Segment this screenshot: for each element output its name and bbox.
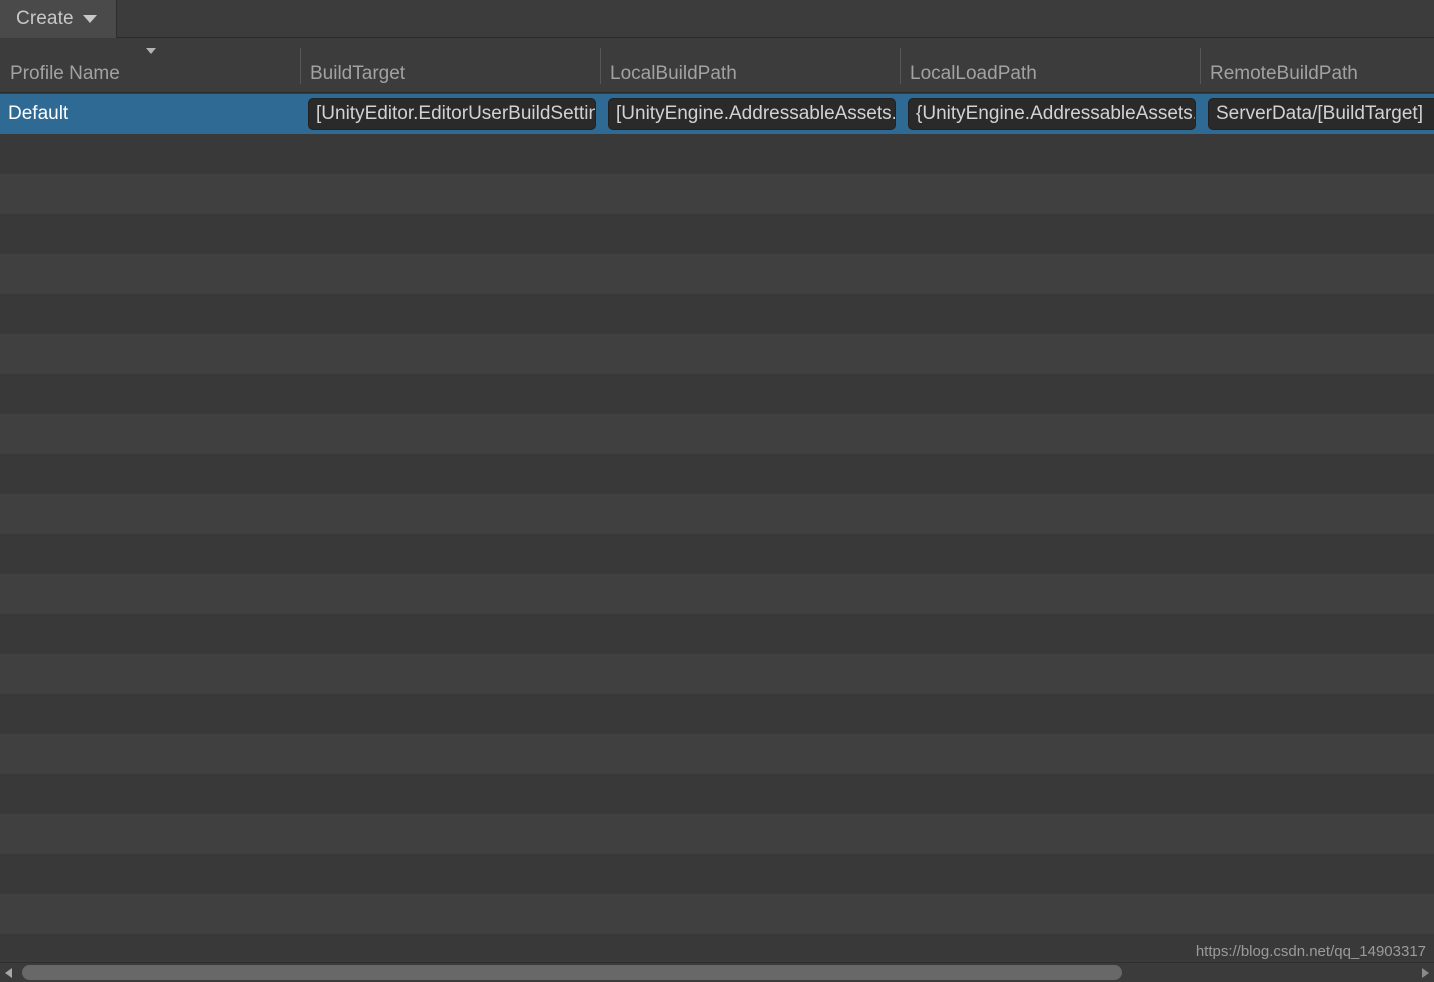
table-row[interactable]: Default [UnityEditor.EditorUserBuildSett… [0,94,1434,134]
table-row-empty[interactable] [0,174,1434,214]
table-row-empty[interactable] [0,854,1434,894]
profiles-panel: Create Profile Name BuildTarget LocalBui… [0,0,1434,982]
table-row-empty[interactable] [0,614,1434,654]
cell-remotebuildpath-value: ServerData/[BuildTarget] [1216,103,1423,125]
cell-localloadpath-value: {UnityEngine.AddressableAssets.Addressab… [916,103,1196,125]
table-row-empty[interactable] [0,214,1434,254]
column-header-label: BuildTarget [310,63,405,85]
chevron-down-icon [83,15,97,23]
cell-localbuildpath-value: [UnityEngine.AddressableAssets.Addressab… [616,103,896,125]
table-row-empty[interactable] [0,334,1434,374]
column-divider[interactable] [600,48,601,84]
column-header-remotebuildpath[interactable]: RemoteBuildPath [1200,39,1434,93]
column-header-localloadpath[interactable]: LocalLoadPath [900,39,1200,93]
column-header-label: Profile Name [10,63,120,85]
empty-rows-container [0,134,1434,960]
column-divider[interactable] [900,48,901,84]
column-header-buildtarget[interactable]: BuildTarget [300,39,600,93]
create-button-label: Create [16,8,74,30]
column-header-profile-name[interactable]: Profile Name [0,39,300,93]
create-button[interactable]: Create [0,0,117,38]
table-row-empty[interactable] [0,934,1434,960]
table-row-empty[interactable] [0,654,1434,694]
horizontal-scrollbar[interactable] [0,962,1434,982]
toolbar: Create [0,0,1434,38]
column-header-localbuildpath[interactable]: LocalBuildPath [600,39,900,93]
arrow-left-icon[interactable] [5,968,12,978]
table-row-empty[interactable] [0,694,1434,734]
column-divider[interactable] [300,48,301,84]
cell-buildtarget-field[interactable]: [UnityEditor.EditorUserBuildSettings.act… [308,98,596,130]
table-row-empty[interactable] [0,574,1434,614]
table-row-empty[interactable] [0,134,1434,174]
column-header-label: RemoteBuildPath [1210,63,1358,85]
table-row-empty[interactable] [0,814,1434,854]
column-divider[interactable] [1200,48,1201,84]
table-row-empty[interactable] [0,254,1434,294]
table-row-empty[interactable] [0,454,1434,494]
column-header-label: LocalLoadPath [910,63,1037,85]
horizontal-scrollbar-thumb[interactable] [22,965,1122,980]
cell-remotebuildpath-field[interactable]: ServerData/[BuildTarget] [1208,98,1434,130]
arrow-right-icon[interactable] [1422,968,1429,978]
cell-localloadpath-field[interactable]: {UnityEngine.AddressableAssets.Addressab… [908,98,1196,130]
table-row-empty[interactable] [0,774,1434,814]
table-column-header: Profile Name BuildTarget LocalBuildPath … [0,39,1434,93]
table-body: Default [UnityEditor.EditorUserBuildSett… [0,94,1434,960]
table-row-empty[interactable] [0,374,1434,414]
table-row-empty[interactable] [0,534,1434,574]
column-header-label: LocalBuildPath [610,63,737,85]
table-row-empty[interactable] [0,734,1434,774]
cell-profile-name[interactable]: Default [8,94,68,134]
cell-buildtarget-value: [UnityEditor.EditorUserBuildSettings.act… [316,103,596,125]
table-row-empty[interactable] [0,294,1434,334]
cell-localbuildpath-field[interactable]: [UnityEngine.AddressableAssets.Addressab… [608,98,896,130]
table-row-empty[interactable] [0,494,1434,534]
table-row-empty[interactable] [0,414,1434,454]
sort-descending-icon[interactable] [146,48,156,54]
table-row-empty[interactable] [0,894,1434,934]
